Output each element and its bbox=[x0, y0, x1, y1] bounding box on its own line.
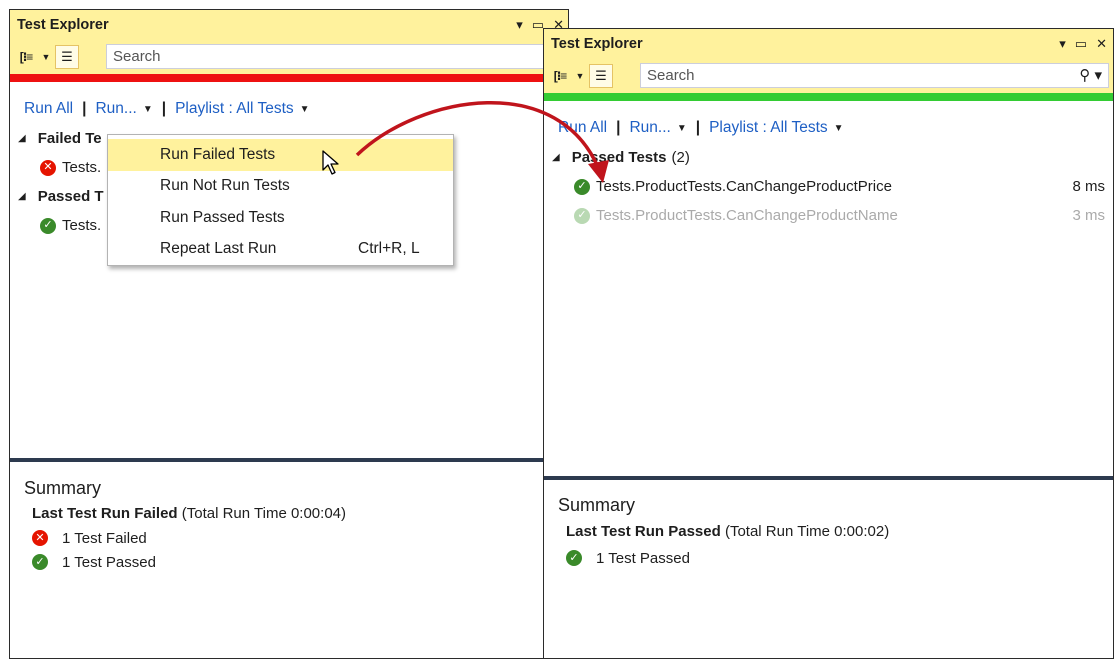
summary-panel: Summary Last Test Run Failed (Total Run … bbox=[10, 478, 568, 658]
status-bar-failed bbox=[10, 74, 568, 82]
collapse-triangle-icon[interactable]: ◢ bbox=[18, 191, 26, 202]
search-placeholder: Search bbox=[113, 48, 161, 65]
summary-failed-item[interactable]: ✕ 1 Test Failed bbox=[32, 526, 568, 550]
pass-icon: ✓ bbox=[566, 550, 582, 566]
test-name: Tests. bbox=[62, 159, 102, 176]
run-toolbar: Run All | Run... ▼ | Playlist : All Test… bbox=[10, 94, 568, 124]
run-menu: Run Failed Tests Run Not Run Tests Run P… bbox=[107, 134, 454, 266]
dropdown-arrow-icon[interactable]: ▾ bbox=[1059, 36, 1066, 52]
chevron-down-icon[interactable]: ▼ bbox=[677, 123, 687, 134]
search-input[interactable]: Search bbox=[106, 44, 568, 69]
menu-item-label: Run Passed Tests bbox=[160, 208, 285, 226]
menu-item-shortcut: Ctrl+R, L bbox=[358, 240, 420, 258]
status-bar-passed bbox=[544, 93, 1113, 101]
test-explorer-left: Test Explorer ▾ ▭ ✕ [⁝≡ ▼ ☰ Search Run A… bbox=[9, 9, 569, 659]
pass-icon: ✓ bbox=[574, 178, 590, 195]
summary-time: (Total Run Time 0:00:02) bbox=[724, 523, 890, 540]
summary-title: Summary bbox=[558, 495, 636, 515]
fail-icon: ✕ bbox=[40, 159, 56, 176]
test-name: Tests. bbox=[62, 217, 102, 234]
group-label: Passed Tests bbox=[571, 149, 667, 166]
summary-item-label: 1 Test Failed bbox=[62, 529, 147, 547]
search-input[interactable]: Search ⚲ ▾ bbox=[640, 63, 1109, 88]
layout-icon[interactable]: ☰ bbox=[55, 45, 79, 69]
chevron-down-icon[interactable]: ▼ bbox=[300, 104, 310, 115]
window-title: Test Explorer bbox=[551, 36, 643, 52]
menu-item-label: Repeat Last Run bbox=[160, 240, 277, 258]
group-by-icon[interactable]: [⁝≡ bbox=[549, 64, 571, 88]
chevron-down-icon[interactable]: ▼ bbox=[834, 123, 844, 134]
menu-item-label: Run Not Run Tests bbox=[160, 177, 290, 195]
summary-headline-row: Last Test Run Passed (Total Run Time 0:0… bbox=[566, 523, 1113, 540]
separator: | bbox=[161, 100, 167, 117]
playlist-dropdown[interactable]: Playlist : All Tests bbox=[175, 100, 294, 118]
dropdown-arrow-icon[interactable]: ▾ bbox=[516, 17, 523, 33]
maximize-icon[interactable]: ▭ bbox=[1075, 36, 1087, 52]
collapse-triangle-icon[interactable]: ◢ bbox=[552, 152, 560, 163]
separator: | bbox=[695, 119, 701, 136]
summary-item-label: 1 Test Passed bbox=[62, 553, 156, 571]
run-all-link[interactable]: Run All bbox=[24, 100, 73, 118]
search-icon[interactable]: ⚲ ▾ bbox=[1079, 66, 1102, 84]
pass-icon: ✓ bbox=[40, 217, 56, 234]
summary-headline-row: Last Test Run Failed (Total Run Time 0:0… bbox=[32, 505, 568, 522]
group-passed[interactable]: ◢ Passed Tests (2) bbox=[544, 143, 1113, 172]
group-by-icon[interactable]: [⁝≡ bbox=[15, 45, 37, 69]
summary-title: Summary bbox=[24, 478, 102, 498]
window-title: Test Explorer bbox=[17, 17, 109, 33]
splitter[interactable] bbox=[544, 476, 1113, 480]
splitter[interactable] bbox=[10, 458, 568, 462]
chevron-down-icon[interactable]: ▼ bbox=[143, 104, 153, 115]
pass-icon: ✓ bbox=[574, 207, 590, 224]
mouse-cursor-icon bbox=[322, 150, 339, 175]
menu-item-run-not-run[interactable]: Run Not Run Tests bbox=[108, 171, 453, 203]
test-duration: 8 ms bbox=[1072, 178, 1105, 195]
menu-item-label: Run Failed Tests bbox=[160, 145, 276, 163]
menu-item-run-passed[interactable]: Run Passed Tests bbox=[108, 202, 453, 234]
fail-icon: ✕ bbox=[32, 530, 48, 546]
title-bar: Test Explorer ▾ ▭ ✕ bbox=[10, 10, 568, 40]
menu-item-run-failed[interactable]: Run Failed Tests bbox=[108, 139, 453, 171]
search-placeholder: Search bbox=[647, 67, 695, 84]
run-all-link[interactable]: Run All bbox=[558, 119, 607, 137]
test-row[interactable]: ✓ Tests.ProductTests.CanChangeProductPri… bbox=[544, 172, 1113, 201]
summary-passed-item[interactable]: ✓ 1 Test Passed bbox=[566, 546, 1113, 570]
title-bar: Test Explorer ▾ ▭ ✕ bbox=[544, 29, 1113, 59]
layout-icon[interactable]: ☰ bbox=[589, 64, 613, 88]
separator: | bbox=[616, 119, 621, 136]
summary-passed-item[interactable]: ✓ 1 Test Passed bbox=[32, 550, 568, 574]
group-count: (2) bbox=[671, 149, 690, 166]
summary-item-label: 1 Test Passed bbox=[596, 549, 690, 567]
test-explorer-right: Test Explorer ▾ ▭ ✕ [⁝≡ ▼ ☰ Search ⚲ ▾ R… bbox=[543, 28, 1114, 659]
toolbar: [⁝≡ ▼ ☰ Search bbox=[10, 40, 568, 74]
pass-icon: ✓ bbox=[32, 554, 48, 570]
toolbar: [⁝≡ ▼ ☰ Search ⚲ ▾ bbox=[544, 59, 1113, 93]
run-dropdown[interactable]: Run... bbox=[95, 100, 136, 118]
summary-headline: Last Test Run Passed bbox=[566, 523, 721, 540]
summary-time: (Total Run Time 0:00:04) bbox=[181, 505, 346, 522]
test-name: Tests.ProductTests.CanChangeProductName bbox=[596, 207, 898, 224]
test-name: Tests.ProductTests.CanChangeProductPrice bbox=[596, 178, 892, 195]
test-duration: 3 ms bbox=[1072, 207, 1105, 224]
test-row[interactable]: ✓ Tests.ProductTests.CanChangeProductNam… bbox=[544, 201, 1113, 230]
summary-panel: Summary Last Test Run Passed (Total Run … bbox=[544, 495, 1113, 658]
chevron-down-icon[interactable]: ▼ bbox=[575, 64, 585, 88]
run-dropdown[interactable]: Run... bbox=[629, 119, 670, 137]
menu-item-repeat-last-run[interactable]: Repeat Last Run Ctrl+R, L bbox=[108, 234, 453, 266]
run-toolbar: Run All | Run... ▼ | Playlist : All Test… bbox=[544, 113, 1113, 143]
separator: | bbox=[82, 100, 87, 117]
close-icon[interactable]: ✕ bbox=[1096, 36, 1107, 52]
playlist-dropdown[interactable]: Playlist : All Tests bbox=[709, 119, 828, 137]
chevron-down-icon[interactable]: ▼ bbox=[41, 45, 51, 69]
collapse-triangle-icon[interactable]: ◢ bbox=[18, 133, 26, 144]
group-label: Failed Te bbox=[37, 130, 102, 147]
group-label: Passed T bbox=[37, 188, 104, 205]
summary-headline: Last Test Run Failed bbox=[32, 505, 178, 522]
